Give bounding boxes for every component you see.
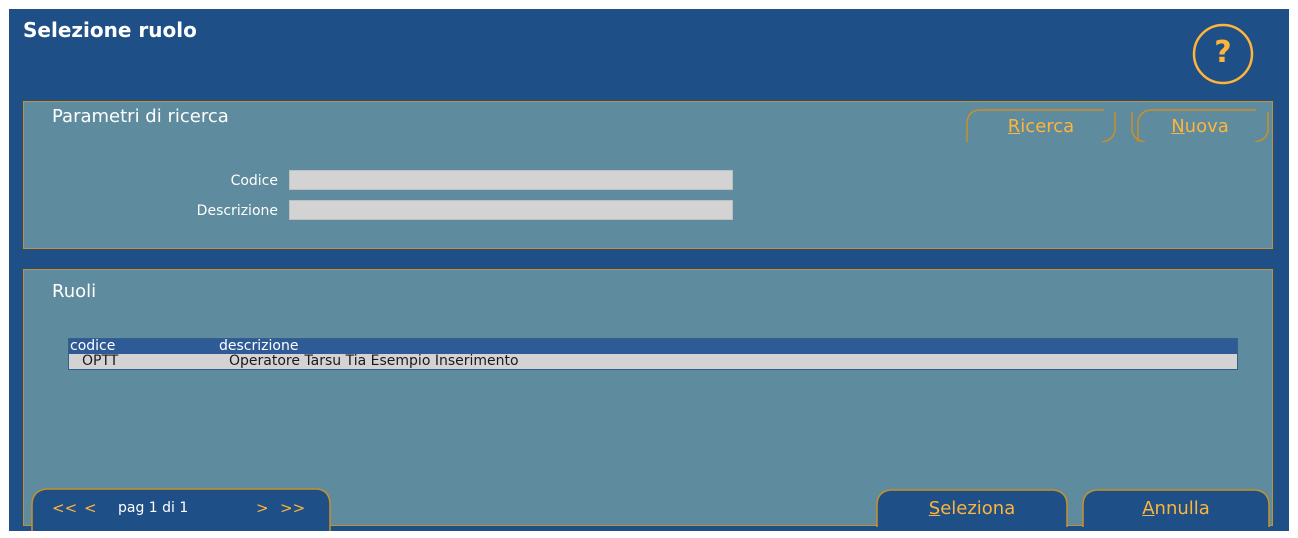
last-page-button[interactable]: >> xyxy=(280,499,305,517)
nuova-label: Nuova xyxy=(1171,116,1229,137)
search-panel-title: Parametri di ricerca xyxy=(52,106,229,127)
codice-field[interactable] xyxy=(289,170,733,190)
codice-label: Codice xyxy=(230,173,278,189)
roles-panel-title: Ruoli xyxy=(52,281,97,302)
descrizione-field[interactable] xyxy=(289,200,733,220)
cell-codice: OPTT xyxy=(82,353,119,369)
seleziona-button[interactable]: Seleziona xyxy=(874,488,1070,527)
first-page-button[interactable]: << xyxy=(52,499,77,517)
column-header-codice[interactable]: codice xyxy=(70,339,115,354)
previous-page-button[interactable]: < xyxy=(84,499,97,517)
next-page-button[interactable]: > xyxy=(256,499,269,517)
pager: << < pag 1 di 1 > >> xyxy=(18,487,334,531)
search-parameters-panel: Parametri di ricerca Ricerca Nuova Codic… xyxy=(23,101,1273,249)
dialog-frame: Selezione ruolo ? Parametri di ricerca R… xyxy=(9,9,1289,531)
cell-descrizione: Operatore Tarsu Tia Esempio Inserimento xyxy=(229,353,519,369)
ricerca-button[interactable]: Ricerca xyxy=(964,102,1118,142)
roles-table: codice descrizione OPTT Operatore Tarsu … xyxy=(68,338,1238,370)
seleziona-label: Seleziona xyxy=(928,498,1016,519)
ricerca-label: Ricerca xyxy=(1007,116,1075,137)
annulla-button[interactable]: Annulla xyxy=(1080,488,1272,527)
page-indicator: pag 1 di 1 xyxy=(118,500,189,516)
descrizione-label: Descrizione xyxy=(196,203,278,219)
column-header-descrizione[interactable]: descrizione xyxy=(219,339,298,354)
window-title: Selezione ruolo xyxy=(23,18,197,42)
table-header: codice descrizione xyxy=(69,339,1237,354)
help-glyph: ? xyxy=(1214,35,1232,70)
table-row[interactable]: OPTT Operatore Tarsu Tia Esempio Inserim… xyxy=(69,354,1237,369)
nuova-button[interactable]: Nuova xyxy=(1128,102,1272,142)
help-button[interactable]: ? xyxy=(1191,22,1255,86)
annulla-label: Annulla xyxy=(1142,498,1210,519)
